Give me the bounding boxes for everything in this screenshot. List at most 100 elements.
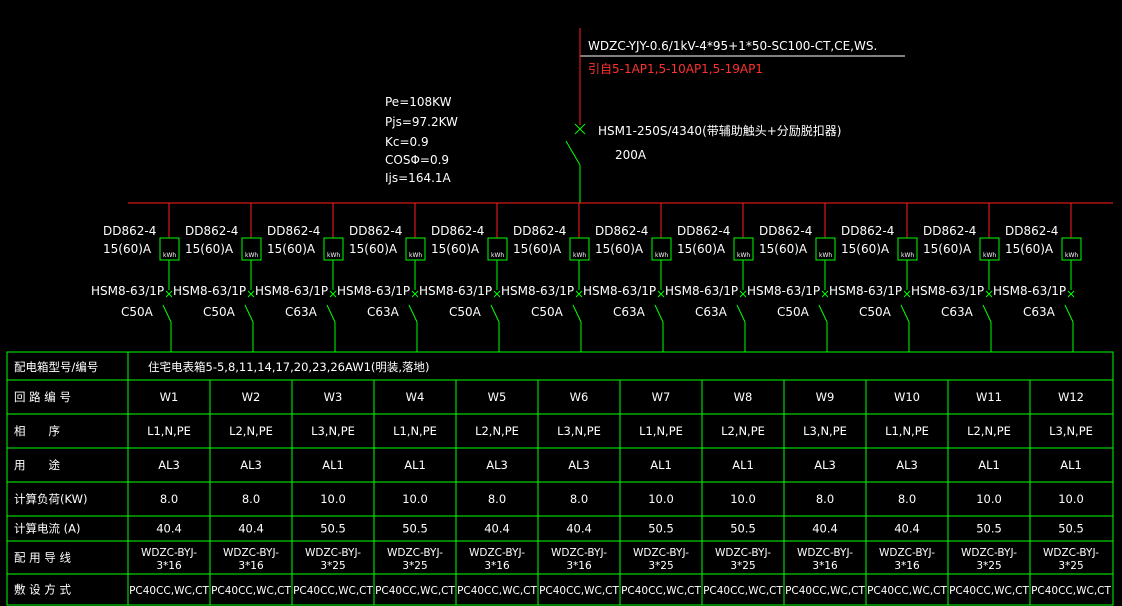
table-cell: W9 [816, 390, 835, 404]
meter-model: DD862-4 [677, 224, 730, 238]
breaker-model: HSM8-63/1P [911, 284, 984, 298]
breaker-rating: C50A [777, 305, 810, 319]
meter-model: DD862-4 [267, 224, 320, 238]
table-cell: 50.5 [1058, 522, 1084, 536]
table-cell: L2,N,PE [475, 424, 519, 438]
table-cell: 8.0 [570, 492, 588, 506]
table-cell: 50.5 [730, 522, 756, 536]
table-cell: W12 [1058, 390, 1084, 404]
table-cell: 40.4 [238, 522, 264, 536]
breaker-rating: C63A [367, 305, 400, 319]
meter-kwh-label: kWh [655, 252, 668, 259]
branch-circuit: kWh DD862-4 15(60)A HSM8-63/1P C50A [501, 203, 590, 352]
breaker-model: HSM8-63/1P [501, 284, 574, 298]
table-cell-method: PC40CC,WC,CT [785, 585, 865, 597]
table-cell: L1,N,PE [885, 424, 929, 438]
table-cell-method: PC40CC,WC,CT [539, 585, 619, 597]
table-cell: AL3 [240, 458, 262, 472]
table-cell-method: PC40CC,WC,CT [293, 585, 373, 597]
table-cell-cable-type: WDZC-BYJ- [305, 547, 361, 559]
table-cell: 8.0 [242, 492, 260, 506]
breaker-rating: C50A [531, 305, 564, 319]
meter-model: DD862-4 [595, 224, 648, 238]
meter-model: DD862-4 [103, 224, 156, 238]
branch-circuit: kWh DD862-4 15(60)A HSM8-63/1P C63A [337, 203, 426, 352]
meter-kwh-label: kWh [901, 252, 914, 259]
table-cell-cable-size: 3*16 [484, 560, 510, 572]
meter-kwh-label: kWh [573, 252, 586, 259]
breaker-rating: C50A [859, 305, 892, 319]
table-cell-method: PC40CC,WC,CT [457, 585, 537, 597]
breaker-rating: C63A [613, 305, 646, 319]
table-cell-cable-type: WDZC-BYJ- [387, 547, 443, 559]
breaker-model: HSM8-63/1P [337, 284, 410, 298]
breaker-rating: C50A [121, 305, 154, 319]
table-cell-cable-size: 3*25 [730, 560, 755, 572]
load-pjs: Pjs=97.2KW [385, 115, 458, 129]
table-cell: AL1 [404, 458, 426, 472]
meter-model: DD862-4 [1005, 224, 1058, 238]
breaker-blade [572, 304, 582, 323]
meter-kwh-label: kWh [1065, 252, 1078, 259]
table-cell-method: PC40CC,WC,CT [129, 585, 209, 597]
breaker-blade [982, 304, 992, 323]
table-cell: L3,N,PE [557, 424, 601, 438]
breaker-blade [818, 304, 828, 323]
table-cell-cable-size: 3*16 [238, 560, 264, 572]
table-cell: AL3 [158, 458, 180, 472]
table-cell: W2 [242, 390, 261, 404]
table-cell: L3,N,PE [1049, 424, 1093, 438]
table-cell: L3,N,PE [803, 424, 847, 438]
meter-model: DD862-4 [431, 224, 484, 238]
table-cell: AL1 [322, 458, 344, 472]
breaker-blade [326, 304, 336, 323]
meter-kwh-label: kWh [163, 252, 176, 259]
meter-rating: 15(60)A [267, 242, 316, 256]
breaker-model: HSM8-63/1P [419, 284, 492, 298]
meter-kwh-label: kWh [245, 252, 258, 259]
breaker-blade [736, 304, 746, 323]
table-cell: 40.4 [894, 522, 920, 536]
meter-rating: 15(60)A [513, 242, 562, 256]
table-cell-cable-size: 3*16 [812, 560, 838, 572]
load-summary: Pe=108KW Pjs=97.2KW Kc=0.9 COSΦ=0.9 Ijs=… [385, 95, 458, 185]
load-ijs: Ijs=164.1A [385, 171, 452, 185]
breaker-rating: C63A [695, 305, 728, 319]
row-label: 用 途 [14, 458, 60, 472]
main-switch-rating: 200A [615, 148, 647, 162]
branch-circuit: kWh DD862-4 15(60)A HSM8-63/1P C63A [255, 203, 344, 352]
table-cell-cable-type: WDZC-BYJ- [715, 547, 771, 559]
table-cell: AL3 [486, 458, 508, 472]
meter-rating: 15(60)A [185, 242, 234, 256]
incoming-feeder: WDZC-YJY-0.6/1kV-4*95+1*50-SC100-CT,CE,W… [579, 28, 905, 125]
breaker-blade [654, 304, 664, 323]
breaker-model: HSM8-63/1P [583, 284, 656, 298]
table-cell: L3,N,PE [311, 424, 355, 438]
row-label: 敷 设 方 式 [14, 583, 71, 597]
table-cell: AL3 [814, 458, 836, 472]
table-cell-method: PC40CC,WC,CT [375, 585, 455, 597]
branch-circuit: kWh DD862-4 15(60)A HSM8-63/1P C50A [747, 203, 836, 352]
incoming-cable-text: WDZC-YJY-0.6/1kV-4*95+1*50-SC100-CT,CE,W… [588, 39, 877, 53]
table-cell: 10.0 [320, 492, 346, 506]
breaker-model: HSM8-63/1P [993, 284, 1066, 298]
breaker-model: HSM8-63/1P [173, 284, 246, 298]
table-cell: 10.0 [1058, 492, 1084, 506]
table-cell-cable-size: 3*16 [894, 560, 920, 572]
table-cell: 50.5 [976, 522, 1002, 536]
table-cell-cable-size: 3*25 [1058, 560, 1083, 572]
branch-circuit: kWh DD862-4 15(60)A HSM8-63/1P C50A [173, 203, 262, 352]
table-cell-cable-type: WDZC-BYJ- [223, 547, 279, 559]
breaker-model: HSM8-63/1P [747, 284, 820, 298]
table-cell-cable-size: 3*16 [566, 560, 592, 572]
meter-rating: 15(60)A [1005, 242, 1054, 256]
row-label: 回 路 编 号 [14, 390, 71, 404]
meter-rating: 15(60)A [677, 242, 726, 256]
meter-rating: 15(60)A [841, 242, 890, 256]
branch-circuit: kWh DD862-4 15(60)A HSM8-63/1P C50A [91, 203, 180, 352]
main-switch-model: HSM1-250S/4340(带辅助触头+分励脱扣器) [598, 123, 841, 138]
row-label: 相 序 [14, 424, 60, 438]
meter-model: DD862-4 [185, 224, 238, 238]
table-cell: AL1 [732, 458, 754, 472]
breaker-model: HSM8-63/1P [255, 284, 328, 298]
